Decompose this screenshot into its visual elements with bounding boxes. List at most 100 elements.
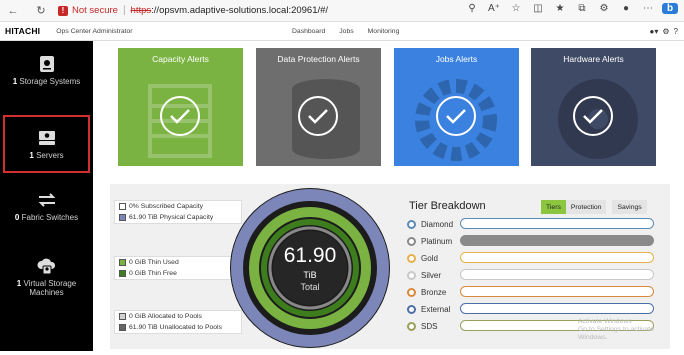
tab-protection[interactable]: Protection <box>565 200 607 214</box>
sidebar-item-storage-systems[interactable]: 1 Storage Systems <box>3 55 90 86</box>
vsm-icon <box>36 257 57 275</box>
tier-row-platinum: Platinum <box>407 234 465 248</box>
tier-name: External <box>421 304 451 314</box>
browser-actions: ⚲ A⁺ ☆ ◫ ★ ⧉ ⚙ ● ⋯ b <box>464 3 678 14</box>
sidebar-item-virtual-storage-machines[interactable]: 1 Virtual Storage Machines <box>3 257 90 297</box>
tier-row-bronze: Bronze <box>407 285 465 299</box>
check-icon <box>573 96 613 136</box>
back-icon[interactable]: ← <box>4 2 22 20</box>
tile-jobs-alerts[interactable]: Jobs Alerts <box>394 48 519 166</box>
total-capacity-value: 61.90 <box>283 244 337 267</box>
tier-name: SDS <box>421 321 438 331</box>
collections-icon[interactable]: ⧉ <box>574 3 590 14</box>
tier-bar-bronze <box>460 286 654 297</box>
tier-row-gold: Gold <box>407 251 465 265</box>
sidebar-item-fabric-switches[interactable]: 0 Fabric Switches <box>3 191 90 222</box>
thin-free-text: 0 GiB Thin Free <box>129 270 177 277</box>
app-title: Ops Center Administrator <box>56 27 133 35</box>
physical-capacity-text: 61.90 TiB Physical Capacity <box>129 214 214 221</box>
tile-title: Jobs Alerts <box>435 54 478 64</box>
tile-title: Hardware Alerts <box>563 54 624 64</box>
extensions-icon[interactable]: ⚙ <box>596 3 612 14</box>
tile-capacity-alerts[interactable]: Capacity Alerts <box>118 48 243 166</box>
profile-icon[interactable]: ● <box>618 3 634 14</box>
favorite-icon[interactable]: ☆ <box>508 3 524 14</box>
tile-title: Data Protection Alerts <box>277 54 360 64</box>
subscribed-capacity-text: 0% Subscribed Capacity <box>129 203 204 210</box>
warning-icon: ! <box>58 5 68 16</box>
pool-allocation-box: 0 GiB Allocated to Pools 61.90 TiB Unall… <box>114 310 242 334</box>
nav-dashboard[interactable]: Dashboard <box>292 28 325 35</box>
allocated-text: 0 GiB Allocated to Pools <box>129 313 202 320</box>
tile-data-protection-alerts[interactable]: Data Protection Alerts <box>256 48 381 166</box>
header-icons: ●▾ ⚙ ? <box>650 27 678 36</box>
help-icon[interactable]: ? <box>674 27 678 36</box>
legend-swatch <box>119 203 126 210</box>
check-icon <box>160 96 200 136</box>
tier-breakdown-title: Tier Breakdown <box>409 200 486 212</box>
tier-dot <box>407 219 416 229</box>
watermark-line2: Go to Settings to activate Windows. <box>578 326 654 341</box>
tier-name: Silver <box>421 270 442 280</box>
bing-icon[interactable]: b <box>662 3 678 14</box>
tier-name: Diamond <box>421 219 454 229</box>
favorites-bar-icon[interactable]: ★ <box>552 3 568 14</box>
tier-dot <box>407 253 416 263</box>
tier-name: Platinum <box>421 236 453 246</box>
ring-label: 61.90 TiB Total <box>228 186 392 350</box>
total-capacity-label: Total <box>300 282 320 292</box>
legend-swatch <box>119 259 126 266</box>
settings-icon[interactable]: ⚙ <box>662 27 669 36</box>
nav-jobs[interactable]: Jobs <box>339 28 353 35</box>
tier-dot <box>407 287 416 297</box>
sidebar-label-fabric-switches: 0 Fabric Switches <box>14 213 79 222</box>
sidebar-label-storage-systems: 1 Storage Systems <box>12 77 81 86</box>
subscribed-capacity-box: 0% Subscribed Capacity 61.90 TiB Physica… <box>114 200 242 224</box>
tier-dot <box>407 236 416 246</box>
zoom-icon[interactable]: ⚲ <box>464 3 480 14</box>
thin-capacity-box: 0 GiB Thin Used 0 GiB Thin Free <box>114 256 242 280</box>
tier-name: Bronze <box>421 287 447 297</box>
thin-used-text: 0 GiB Thin Used <box>129 259 179 266</box>
tier-row-silver: Silver <box>407 268 465 282</box>
legend-swatch <box>119 313 126 320</box>
nav-monitoring[interactable]: Monitoring <box>368 28 400 35</box>
url-protocol: https <box>130 5 152 16</box>
browser-toolbar: ← ↻ ! Not secure | https://opsvm.adaptiv… <box>0 0 684 22</box>
subscribed-capacity-row: 0% Subscribed Capacity <box>115 201 241 212</box>
storage-icon <box>37 55 57 73</box>
security-indicator[interactable]: ! Not secure <box>58 5 118 16</box>
unallocated-row: 61.90 TiB Unallocated to Pools <box>115 322 241 333</box>
url-divider: | <box>122 5 126 16</box>
tier-row-sds: SDS <box>407 319 465 333</box>
tier-name: Gold <box>421 253 438 263</box>
app-header: HITACHI Ops Center Administrator Dashboa… <box>0 22 684 41</box>
sidebar-item-servers[interactable]: 1 Servers <box>3 115 90 173</box>
check-icon <box>298 96 338 136</box>
activate-windows-watermark: Activate Windows Go to Settings to activ… <box>578 318 684 342</box>
switch-icon <box>37 191 57 209</box>
split-screen-icon[interactable]: ◫ <box>530 3 546 14</box>
allocated-row: 0 GiB Allocated to Pools <box>115 311 241 322</box>
address-bar[interactable]: https://opsvm.adaptive-solutions.local:2… <box>131 5 329 16</box>
total-capacity-unit: TiB <box>303 270 317 280</box>
user-icon[interactable]: ●▾ <box>650 27 659 36</box>
tier-bar-gold <box>460 252 654 263</box>
tier-bar-silver <box>460 269 654 280</box>
tile-hardware-alerts[interactable]: Hardware Alerts <box>531 48 656 166</box>
capacity-ring: 61.90 TiB Total <box>228 186 392 350</box>
thin-free-row: 0 GiB Thin Free <box>115 268 241 279</box>
tab-savings[interactable]: Savings <box>612 200 647 214</box>
tier-bar-diamond <box>460 218 654 229</box>
legend-swatch <box>119 214 126 221</box>
sidebar: 1 Storage Systems 1 Servers 0 Fabric Swi… <box>0 41 93 351</box>
tile-title: Capacity Alerts <box>152 54 209 64</box>
sidebar-label-servers: 1 Servers <box>29 150 64 160</box>
read-aloud-icon[interactable]: A⁺ <box>486 3 502 14</box>
hitachi-logo[interactable]: HITACHI <box>5 26 40 36</box>
refresh-icon[interactable]: ↻ <box>32 2 50 20</box>
tab-tiers[interactable]: Tiers <box>541 200 566 214</box>
menu-icon[interactable]: ⋯ <box>640 3 656 14</box>
security-label: Not secure <box>72 5 118 16</box>
tier-dot <box>407 270 416 280</box>
